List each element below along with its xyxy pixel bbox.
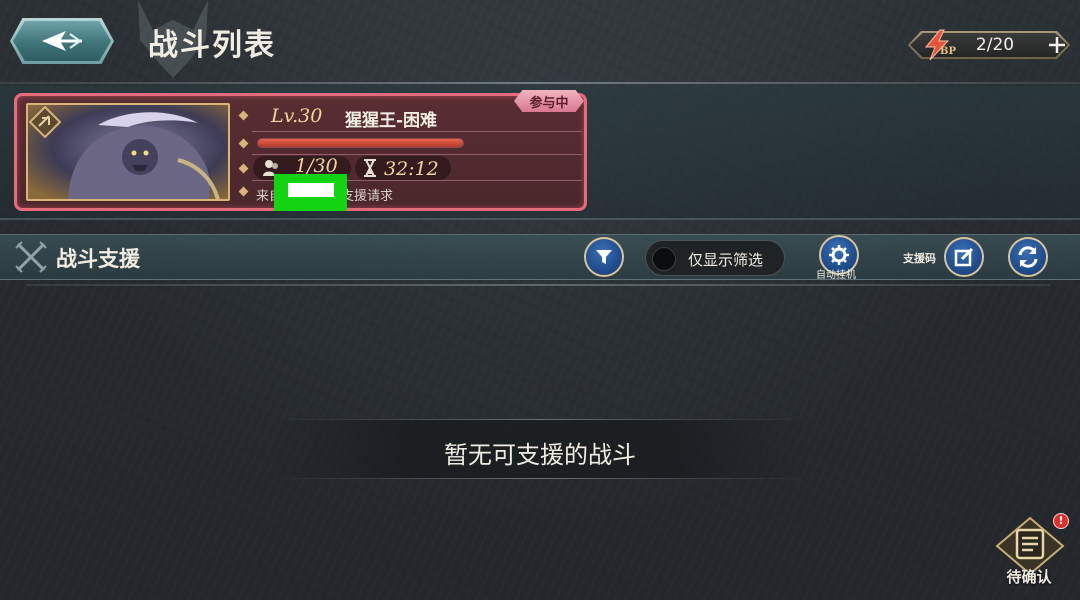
refresh-button[interactable]	[1008, 237, 1048, 277]
difficulty-badge-icon	[29, 106, 61, 138]
boss-level: Lv.30	[271, 105, 323, 127]
support-section-title: 战斗支援	[56, 247, 140, 271]
empty-state-message: 暂无可支援的战斗	[444, 441, 636, 469]
empty-state-top-line	[270, 419, 810, 420]
pending-confirmation-label: 待确认	[1006, 568, 1052, 586]
toggle-knob	[652, 247, 676, 271]
row-marker-icon	[238, 110, 249, 121]
redacted-player-name	[274, 174, 347, 211]
plus-icon	[1049, 37, 1065, 53]
support-code-button[interactable]	[944, 237, 984, 277]
back-button[interactable]	[10, 18, 114, 64]
boss-name: 猩猩王-困难	[345, 111, 438, 131]
show-filtered-only-label: 仅显示筛选	[688, 251, 764, 269]
auto-hangup-label: 自动挂机	[816, 270, 856, 281]
row-marker-icon	[238, 138, 249, 149]
participating-tag-label: 参与中	[529, 95, 569, 111]
boss-hp-fill	[258, 139, 463, 147]
bp-label: BP	[940, 46, 956, 57]
remaining-time: 32:12	[384, 158, 439, 180]
notification-badge: !	[1053, 513, 1069, 529]
support-divider	[26, 284, 1050, 286]
filter-funnel-icon	[596, 250, 612, 264]
bp-value: 2/20	[975, 35, 1015, 55]
empty-state-bottom-line	[270, 478, 810, 479]
filter-button[interactable]	[584, 237, 624, 277]
show-filtered-only-toggle[interactable]: 仅显示筛选	[645, 240, 785, 276]
back-arrow-icon	[42, 31, 82, 51]
card-divider	[252, 131, 582, 132]
gear-icon	[829, 245, 849, 265]
add-bp-button[interactable]	[1043, 31, 1071, 59]
edit-icon	[954, 247, 974, 267]
header-divider	[0, 82, 1080, 84]
row-marker-icon	[238, 163, 249, 174]
boss-hp-bar	[257, 138, 464, 148]
support-code-label: 支援码	[903, 252, 936, 265]
hourglass-icon	[364, 159, 376, 177]
page-title: 战斗列表	[148, 28, 276, 63]
refresh-icon	[1018, 246, 1038, 268]
row-marker-icon	[238, 186, 249, 197]
crossed-swords-icon	[15, 241, 47, 273]
participating-tag: 参与中	[514, 90, 584, 112]
